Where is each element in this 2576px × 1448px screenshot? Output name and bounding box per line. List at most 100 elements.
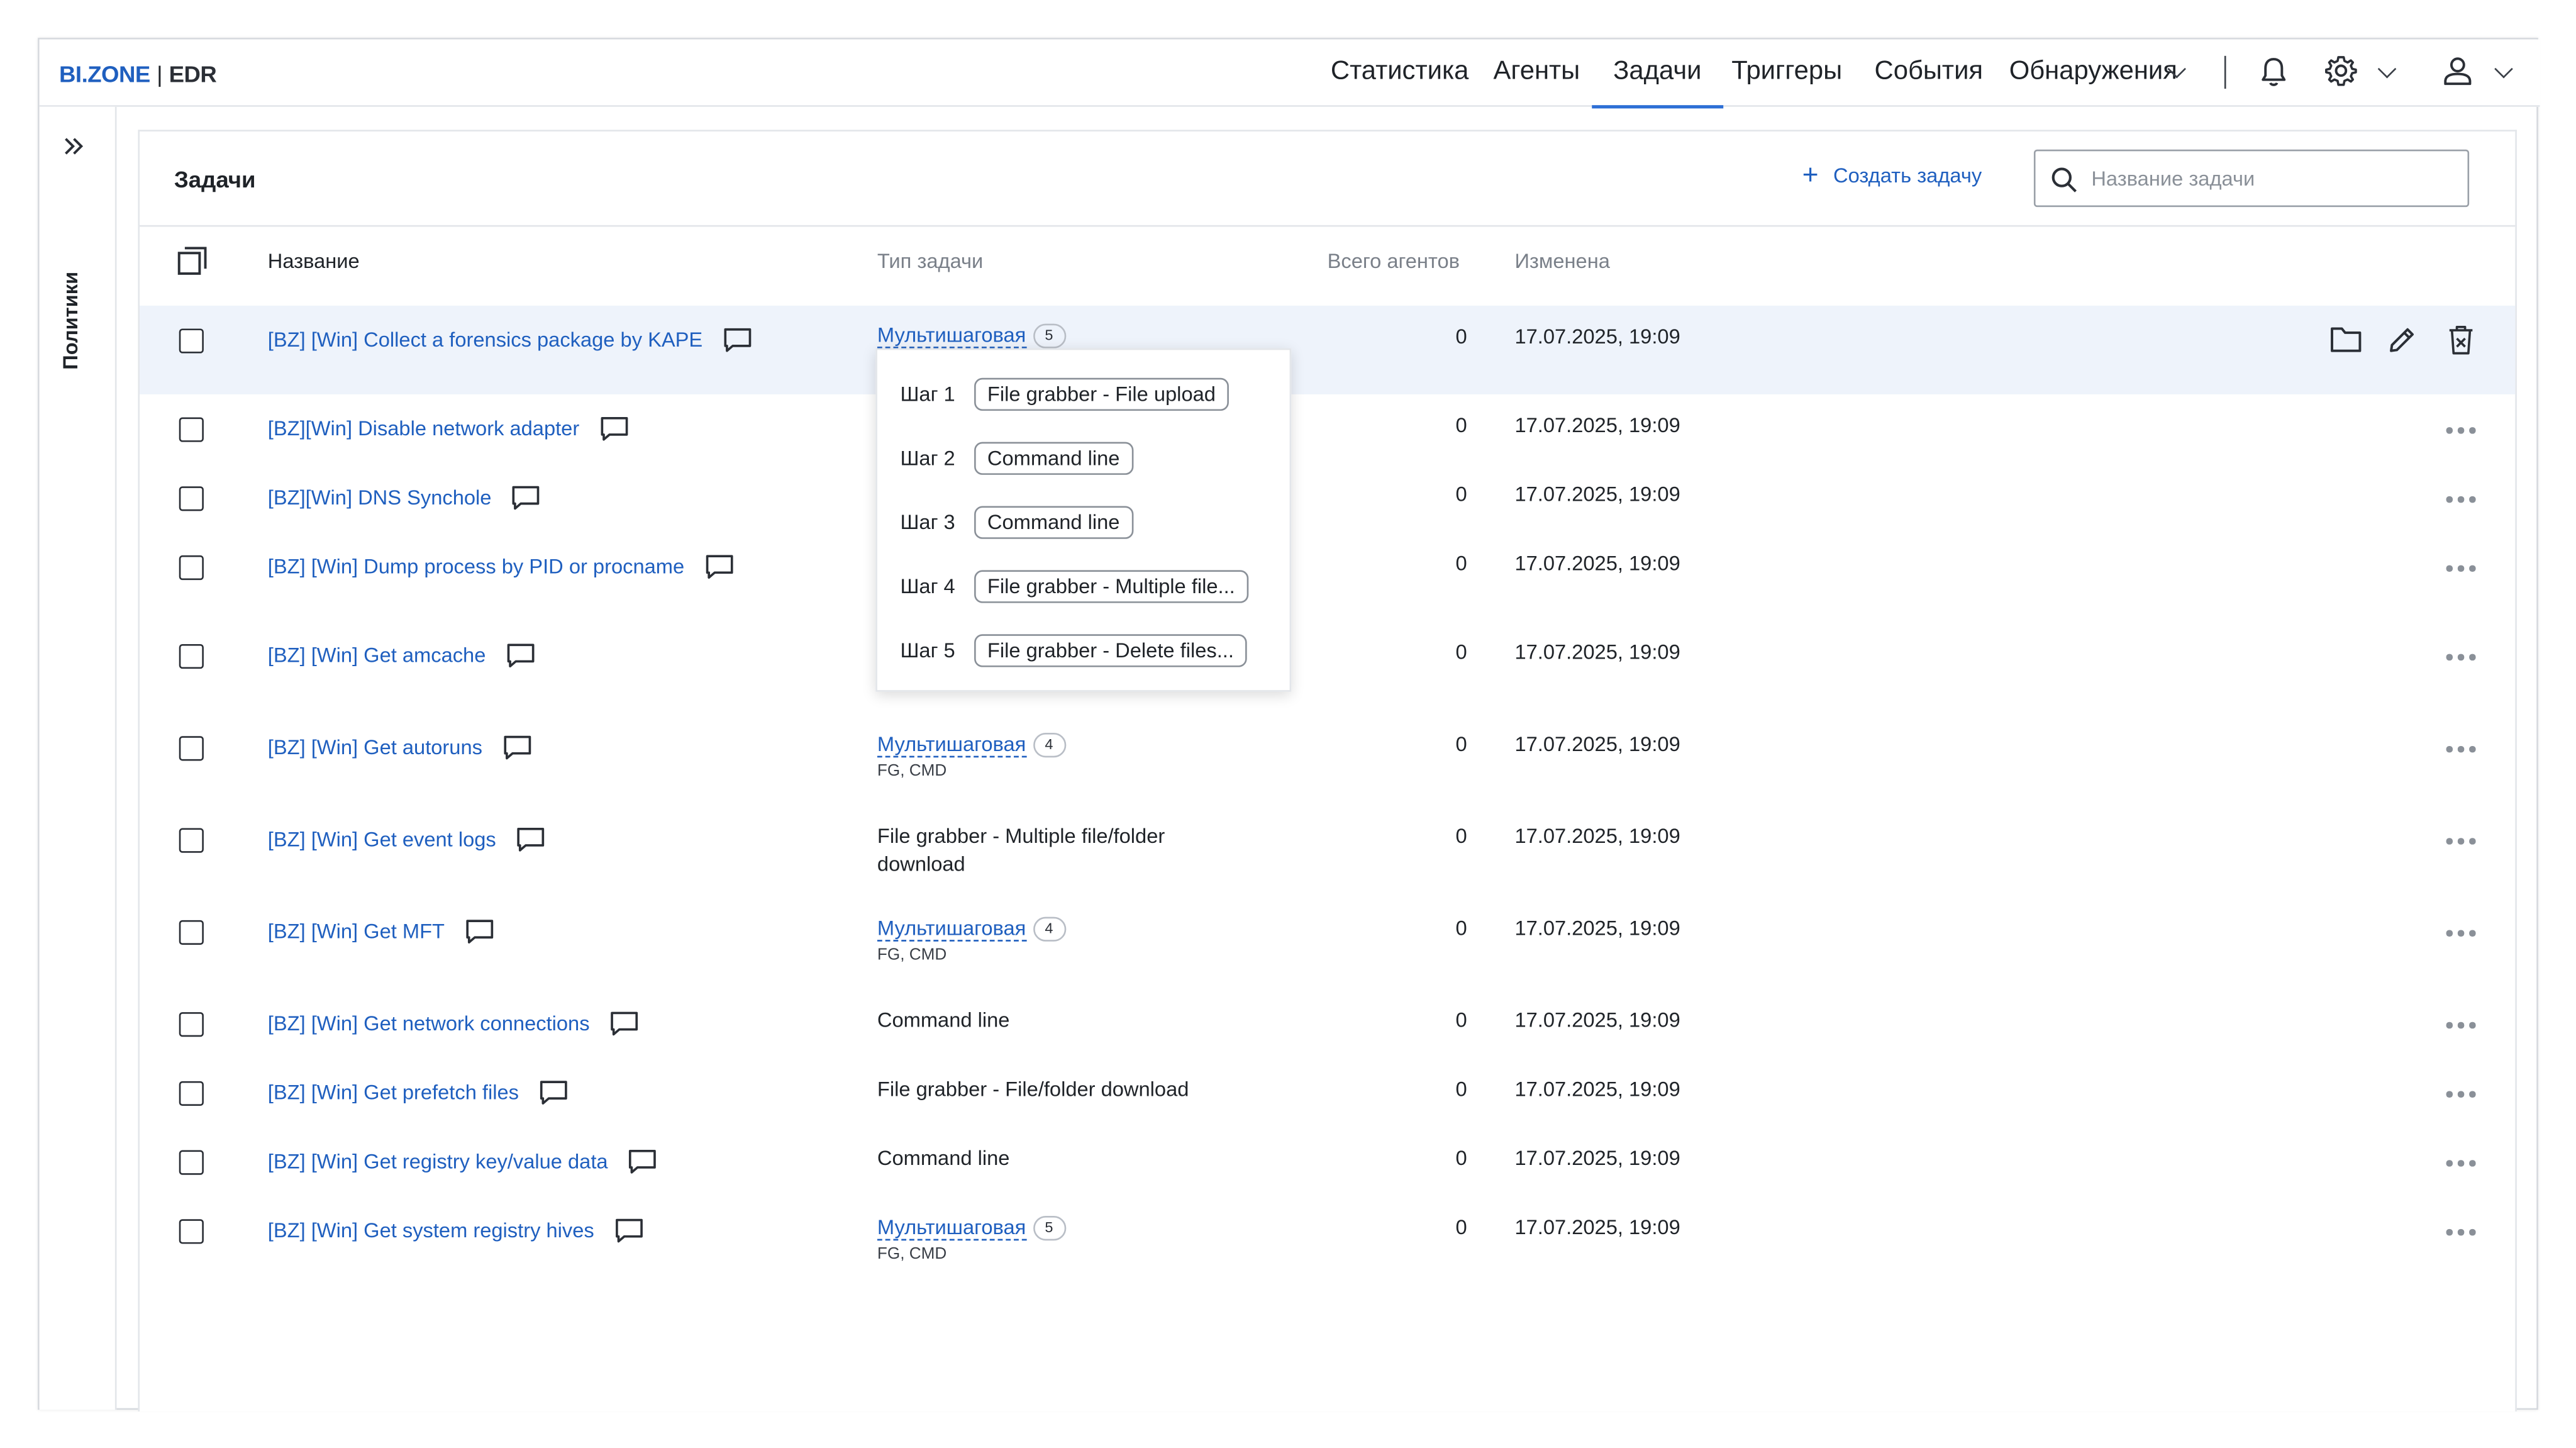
more-icon[interactable] [2446, 930, 2479, 937]
row-checkbox[interactable] [179, 736, 204, 761]
comment-icon[interactable] [609, 1011, 639, 1037]
row-checkbox[interactable] [179, 1081, 204, 1106]
nav-detections[interactable]: Обнаружения [2009, 40, 2177, 107]
task-name-link[interactable]: [BZ][Win] Disable network adapter [268, 416, 629, 442]
task-name[interactable]: [BZ] [Win] Get event logs [268, 828, 496, 852]
nav-agents[interactable]: Агенты [1493, 40, 1580, 107]
delete-icon[interactable] [2448, 325, 2474, 355]
bell-icon[interactable] [2259, 56, 2289, 89]
settings-chevron-down-icon[interactable] [2377, 59, 2397, 79]
task-name-link[interactable]: [BZ] [Win] Dump process by PID or procna… [268, 554, 734, 580]
row-checkbox[interactable] [179, 1012, 204, 1037]
gear-icon[interactable] [2324, 54, 2357, 87]
task-name-link[interactable]: [BZ] [Win] Get system registry hives [268, 1218, 643, 1244]
search-input[interactable] [2091, 164, 2453, 194]
more-icon[interactable] [2446, 1160, 2479, 1166]
nav-triggers[interactable]: Триггеры [1731, 40, 1842, 107]
more-icon[interactable] [2446, 1228, 2479, 1235]
table-row[interactable]: [BZ][Win] Disable network adapter 0 17.0… [140, 394, 2515, 464]
select-all-icon[interactable] [177, 247, 207, 276]
folder-icon[interactable] [2329, 325, 2362, 353]
table-row[interactable]: [BZ] [Win] Get event logs File grabber -… [140, 805, 2515, 888]
row-checkbox[interactable] [179, 328, 204, 354]
task-name-link[interactable]: [BZ] [Win] Get registry key/value data [268, 1149, 657, 1175]
task-name[interactable]: [BZ] [Win] Get amcache [268, 644, 486, 667]
column-changed[interactable]: Изменена [1514, 250, 1609, 273]
row-checkbox[interactable] [179, 920, 204, 945]
task-name-link[interactable]: [BZ] [Win] Get event logs [268, 827, 545, 853]
task-name-link[interactable]: [BZ] [Win] Get MFT [268, 918, 494, 945]
table-row[interactable]: [BZ] [Win] Get prefetch files File grabb… [140, 1058, 2515, 1127]
table-row[interactable]: [BZ] [Win] Collect a forensics package b… [140, 305, 2516, 394]
multistep-link[interactable]: Мультишаговая [877, 733, 1026, 758]
pencil-icon[interactable] [2387, 324, 2419, 355]
comment-icon[interactable] [628, 1149, 657, 1175]
table-row[interactable]: [BZ] [Win] Get system registry hives Мул… [140, 1196, 2515, 1279]
comment-icon[interactable] [506, 642, 535, 669]
row-checkbox[interactable] [179, 643, 204, 669]
task-name[interactable]: [BZ] [Win] Get autoruns [268, 736, 482, 759]
task-name[interactable]: [BZ][Win] DNS Synchole [268, 486, 492, 510]
task-name-link[interactable]: [BZ][Win] DNS Synchole [268, 485, 541, 511]
nav-statistics[interactable]: Статистика [1331, 40, 1469, 107]
column-name[interactable]: Название [268, 250, 360, 273]
comment-icon[interactable] [538, 1079, 568, 1106]
nav-events[interactable]: События [1875, 40, 1984, 107]
task-name[interactable]: [BZ] [Win] Get registry key/value data [268, 1150, 608, 1174]
comment-icon[interactable] [723, 327, 752, 354]
column-type[interactable]: Тип задачи [877, 250, 983, 273]
user-icon[interactable] [2441, 54, 2474, 87]
nav-tasks[interactable]: Задачи [1592, 40, 1723, 109]
more-icon[interactable] [2446, 427, 2479, 433]
task-name[interactable]: [BZ] [Win] Get network connections [268, 1012, 590, 1035]
table-row[interactable]: [BZ] [Win] Get amcache 0 17.07.2025, 19:… [140, 621, 2515, 693]
column-agents[interactable]: Всего агентов [1328, 250, 1460, 273]
comment-icon[interactable] [704, 554, 733, 580]
row-checkbox[interactable] [179, 1219, 204, 1244]
more-icon[interactable] [2446, 1022, 2479, 1028]
comment-icon[interactable] [464, 918, 494, 945]
more-icon[interactable] [2446, 1091, 2479, 1098]
task-name-link[interactable]: [BZ] [Win] Get autoruns [268, 735, 532, 761]
multistep-link[interactable]: Мультишаговая [877, 916, 1026, 942]
row-checkbox[interactable] [179, 1150, 204, 1175]
row-checkbox[interactable] [179, 417, 204, 442]
comment-icon[interactable] [614, 1218, 643, 1244]
more-icon[interactable] [2446, 565, 2479, 572]
logo[interactable]: BI.ZONE | EDR [59, 61, 217, 87]
more-icon[interactable] [2446, 745, 2479, 752]
table-row[interactable]: [BZ][Win] DNS Synchole 0 17.07.2025, 19:… [140, 464, 2515, 533]
task-name[interactable]: [BZ][Win] Disable network adapter [268, 417, 579, 440]
multistep-link[interactable]: Мультишаговая [877, 1216, 1026, 1241]
table-row[interactable]: [BZ] [Win] Get autoruns Мультишаговая 4 F… [140, 713, 2515, 796]
comment-icon[interactable] [502, 735, 531, 761]
row-checkbox[interactable] [179, 828, 204, 853]
task-name-link[interactable]: [BZ] [Win] Get prefetch files [268, 1079, 569, 1106]
table-row[interactable]: [BZ] [Win] Get registry key/value data C… [140, 1127, 2515, 1196]
task-name-link[interactable]: [BZ] [Win] Get amcache [268, 642, 535, 669]
task-name-link[interactable]: [BZ] [Win] Get network connections [268, 1011, 639, 1037]
sidebar-policies-tab[interactable]: Политики [59, 272, 82, 370]
task-name[interactable]: [BZ] [Win] Get system registry hives [268, 1219, 594, 1242]
comment-icon[interactable] [511, 485, 541, 511]
task-name[interactable]: [BZ] [Win] Get MFT [268, 920, 445, 944]
task-name[interactable]: [BZ] [Win] Get prefetch files [268, 1081, 519, 1105]
multistep-link[interactable]: Мультишаговая [877, 323, 1026, 348]
comment-icon[interactable] [599, 416, 629, 442]
row-checkbox[interactable] [179, 486, 204, 511]
task-name[interactable]: [BZ] [Win] Collect a forensics package b… [268, 328, 702, 352]
more-icon[interactable] [2446, 654, 2479, 660]
more-icon[interactable] [2446, 838, 2479, 844]
table-row[interactable]: [BZ] [Win] Get MFT Мультишаговая 4 FG, CM… [140, 897, 2515, 979]
expand-icon[interactable] [62, 136, 86, 156]
more-icon[interactable] [2446, 496, 2479, 503]
table-row[interactable]: [BZ] [Win] Get network connections Comma… [140, 989, 2515, 1062]
task-name-link[interactable]: [BZ] [Win] Collect a forensics package b… [268, 327, 752, 354]
user-chevron-down-icon[interactable] [2494, 59, 2513, 79]
table-row[interactable]: [BZ] [Win] Dump process by PID or procna… [140, 532, 2515, 604]
comment-icon[interactable] [516, 827, 545, 853]
search-box[interactable] [2033, 149, 2470, 208]
task-name[interactable]: [BZ] [Win] Dump process by PID or procna… [268, 555, 684, 579]
create-task-button[interactable]: + Создать задачу [1802, 161, 1982, 189]
row-checkbox[interactable] [179, 555, 204, 581]
